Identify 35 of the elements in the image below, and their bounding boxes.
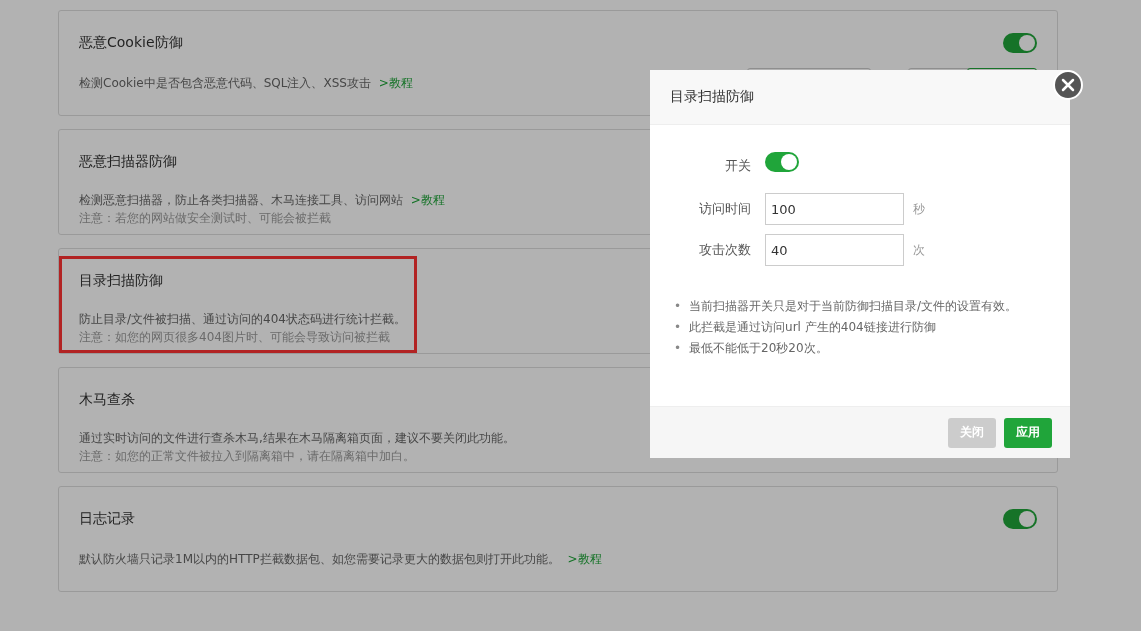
note-item: 当前扫描器开关只是对于当前防御扫描目录/文件的设置有效。 (689, 298, 1018, 315)
card-title: 目录扫描防御 (79, 272, 163, 290)
tutorial-link[interactable]: >教程 (410, 193, 445, 207)
unit-label: 次 (913, 241, 925, 259)
card-note: 注意：如您的正常文件被拉入到隔离箱中，请在隔离箱中加白。 (79, 448, 415, 465)
card-description: 通过实时访问的文件进行查杀木马,结果在木马隔离箱页面，建议不要关闭此功能。 (79, 430, 515, 447)
card-title: 木马查杀 (79, 391, 135, 409)
field-label: 访问时间 (698, 200, 752, 218)
toggle-switch[interactable] (765, 152, 799, 172)
dialog-title: 目录扫描防御 (650, 70, 1070, 125)
tutorial-link[interactable]: >教程 (378, 76, 413, 90)
field-label: 开关 (724, 157, 752, 175)
card-description: 防止目录/文件被扫描、通过访问的404状态码进行统计拦截。 (79, 311, 406, 328)
card-title: 恶意扫描器防御 (79, 153, 177, 171)
card-description: 默认防火墙只记录1M以内的HTTP拦截数据包、如您需要记录更大的数据包则打开此功能。 >教程 (79, 551, 602, 568)
input-field[interactable]: 40 (765, 234, 904, 266)
unit-label: 秒 (913, 200, 925, 218)
card-note: 注意：如您的网页很多404图片时、可能会导致访问被拦截 (79, 329, 390, 346)
apply-button[interactable]: 应用 (1004, 417, 1052, 448)
note-item: 最低不能低于20秒20次。 (689, 340, 828, 357)
field-label: 攻击次数 (698, 241, 752, 259)
card-title: 恶意Cookie防御 (79, 34, 183, 52)
toggle-switch[interactable] (1003, 509, 1037, 529)
bullet-mark: • (674, 340, 682, 357)
bullet-mark: • (674, 298, 682, 315)
note-item: 此拦截是通过访问url 产生的404链接进行防御 (689, 319, 936, 336)
toggle-switch[interactable] (1003, 33, 1037, 53)
tutorial-link[interactable]: >教程 (567, 552, 602, 566)
input-field[interactable]: 100 (765, 193, 904, 225)
card-note: 注意：若您的网站做安全测试时、可能会被拦截 (79, 210, 331, 227)
close-icon[interactable] (1053, 70, 1083, 100)
card-description: 检测恶意扫描器，防止各类扫描器、木马连接工具、访问网站 >教程 (79, 192, 445, 209)
bullet-mark: • (674, 319, 682, 336)
card-title: 日志记录 (79, 510, 135, 528)
card-description: 检测Cookie中是否包含恶意代码、SQL注入、XSS攻击 >教程 (79, 75, 413, 92)
